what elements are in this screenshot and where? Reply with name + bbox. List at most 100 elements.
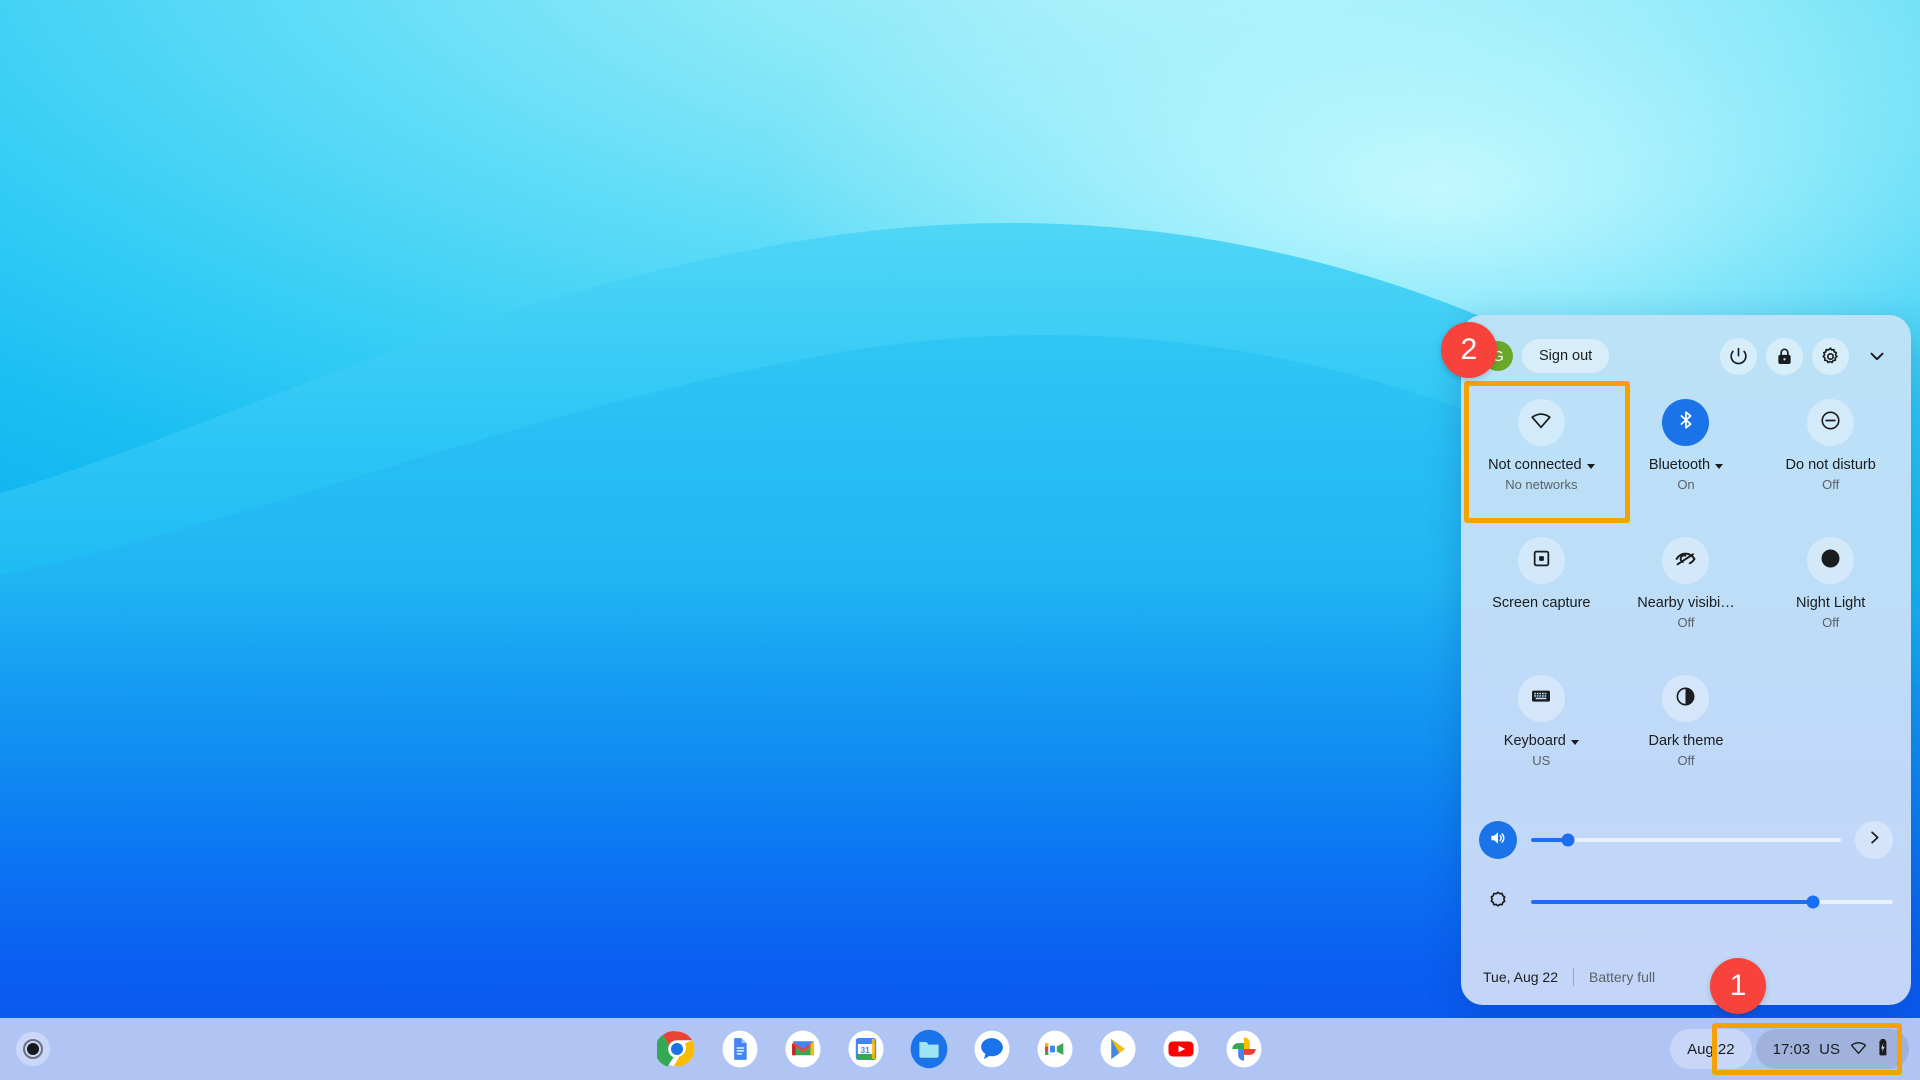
tile-bluetooth-icon-bg (1662, 399, 1710, 446)
night-light-icon (1819, 547, 1842, 575)
gear-icon (1820, 346, 1841, 367)
tile-night-light-label: Night Light (1796, 595, 1866, 611)
power-icon (1728, 346, 1749, 367)
tile-network-label-row: Not connected (1488, 456, 1595, 474)
system-tray: Aug 22 17:03 US (1670, 1023, 1909, 1075)
shelf-item-messages[interactable] (970, 1028, 1013, 1071)
shelf-item-docs[interactable] (718, 1028, 761, 1071)
shelf-item-calendar[interactable]: 31 (844, 1028, 887, 1071)
brightness-slider-knob[interactable] (1806, 895, 1820, 909)
footer-date[interactable]: Tue, Aug 22 (1483, 969, 1558, 985)
shelf-item-meet[interactable] (1033, 1028, 1076, 1071)
brightness-icon (1487, 889, 1509, 916)
brightness-slider-fill (1531, 900, 1814, 904)
footer-divider (1572, 968, 1574, 986)
tray-status-button[interactable]: 17:03 US (1755, 1029, 1909, 1069)
tile-keyboard-icon-bg (1517, 675, 1565, 722)
power-button[interactable] (1720, 337, 1757, 375)
tile-dark-theme-sub: Off (1677, 753, 1695, 769)
tile-night-light-label-row: Night Light (1796, 594, 1865, 612)
annotation-badge-1: 1 (1710, 958, 1766, 1014)
volume-button[interactable] (1479, 821, 1517, 859)
keyboard-icon (1529, 684, 1553, 713)
shelf-item-chrome[interactable] (655, 1028, 698, 1071)
bluetooth-icon (1675, 409, 1697, 436)
tile-dark-theme-label-row: Dark theme (1649, 732, 1724, 750)
quick-settings-tile-grid: Not connected No networks Bluetooth On D… (1461, 383, 1911, 799)
quick-settings-footer: Tue, Aug 22 Battery full (1461, 949, 1911, 1005)
tile-do-not-disturb[interactable]: Do not disturb Off (1758, 385, 1903, 523)
shelf-item-gmail[interactable] (781, 1028, 824, 1071)
shelf-item-files[interactable] (907, 1028, 950, 1071)
tile-bluetooth[interactable]: Bluetooth On (1614, 385, 1759, 523)
tile-nearby-icon-bg (1662, 537, 1710, 584)
quick-settings-header: G Sign out (1461, 315, 1911, 383)
tile-bluetooth-label: Bluetooth (1648, 457, 1711, 473)
tray-date-button[interactable]: Aug 22 (1670, 1029, 1752, 1069)
tile-network-label: Not connected (1488, 457, 1582, 473)
shelf-item-youtube[interactable] (1159, 1028, 1202, 1071)
tile-screen-capture-label: Screen capture (1492, 595, 1591, 611)
tile-night-light-icon-bg (1807, 537, 1855, 584)
tile-bluetooth-sub: On (1677, 477, 1695, 493)
launcher-icon-dot (27, 1043, 39, 1055)
wifi-off-icon (1529, 408, 1553, 437)
chevron-down-icon (1866, 345, 1888, 367)
lock-icon (1774, 346, 1795, 367)
tile-empty-slot (1758, 661, 1903, 799)
tile-dark-theme-icon-bg (1662, 675, 1710, 722)
tile-nearby-visibility[interactable]: Nearby visibi… Off (1614, 523, 1759, 661)
volume-slider-row (1479, 809, 1893, 871)
volume-slider-knob[interactable] (1561, 833, 1575, 847)
tile-dnd-icon-bg (1807, 399, 1855, 446)
tile-night-light-sub: Off (1822, 615, 1840, 631)
tile-keyboard-sub: US (1532, 753, 1551, 769)
audio-settings-button[interactable] (1855, 821, 1893, 859)
tile-bluetooth-label-row: Bluetooth (1648, 456, 1724, 474)
wifi-off-icon (1849, 1038, 1868, 1061)
battery-charging-icon (1877, 1038, 1892, 1061)
annotation-badge-2: 2 (1441, 322, 1497, 378)
shelf: 31 Aug 22 17:03 US (0, 1018, 1920, 1080)
brightness-button[interactable] (1479, 883, 1517, 921)
nearby-visibility-off-icon (1673, 546, 1698, 576)
tile-screen-capture-icon-bg (1517, 537, 1565, 584)
tile-dark-theme[interactable]: Dark theme Off (1614, 661, 1759, 799)
do-not-disturb-icon (1819, 409, 1842, 437)
footer-battery-status[interactable]: Battery full (1589, 969, 1655, 985)
tile-keyboard-label: Keyboard (1503, 733, 1566, 749)
launcher-button[interactable] (16, 1032, 50, 1066)
shelf-item-play-store[interactable] (1096, 1028, 1139, 1071)
shelf-app-list: 31 (655, 1028, 1265, 1071)
brightness-slider-track[interactable] (1531, 895, 1893, 909)
tray-time-label: 17:03 (1772, 1040, 1811, 1058)
tile-nearby-label-row: Nearby visibi… (1637, 594, 1735, 612)
settings-button[interactable] (1812, 337, 1849, 375)
tile-keyboard-label-row: Keyboard (1504, 732, 1579, 750)
chevron-down-icon[interactable] (1570, 739, 1579, 745)
shelf-item-photos[interactable] (1222, 1028, 1265, 1071)
quick-settings-sliders (1461, 799, 1911, 933)
tile-screen-capture[interactable]: Screen capture (1469, 523, 1614, 661)
tray-keyboard-layout: US (1819, 1040, 1840, 1058)
collapse-button[interactable] (1858, 338, 1895, 375)
tile-dnd-label-row: Do not disturb (1786, 456, 1876, 474)
tile-keyboard[interactable]: Keyboard US (1469, 661, 1614, 799)
volume-slider-track[interactable] (1531, 833, 1841, 847)
screen-capture-icon (1531, 548, 1552, 574)
sign-out-button[interactable]: Sign out (1522, 339, 1610, 373)
quick-settings-panel: G Sign out Not connected No networks Blu… (1461, 315, 1911, 1005)
tile-network[interactable]: Not connected No networks (1469, 385, 1614, 523)
dark-theme-icon (1674, 685, 1697, 713)
calendar-day-number: 31 (860, 1045, 870, 1055)
tile-dnd-label: Do not disturb (1785, 457, 1876, 473)
volume-icon (1488, 828, 1508, 853)
tile-nearby-label: Nearby visibi… (1637, 595, 1735, 611)
tile-nearby-sub: Off (1677, 615, 1695, 631)
launcher-icon (23, 1039, 43, 1059)
lock-button[interactable] (1766, 337, 1803, 375)
chevron-down-icon[interactable] (1715, 463, 1724, 469)
tile-dark-theme-label: Dark theme (1648, 733, 1724, 749)
chevron-down-icon[interactable] (1586, 463, 1595, 469)
tile-night-light[interactable]: Night Light Off (1758, 523, 1903, 661)
